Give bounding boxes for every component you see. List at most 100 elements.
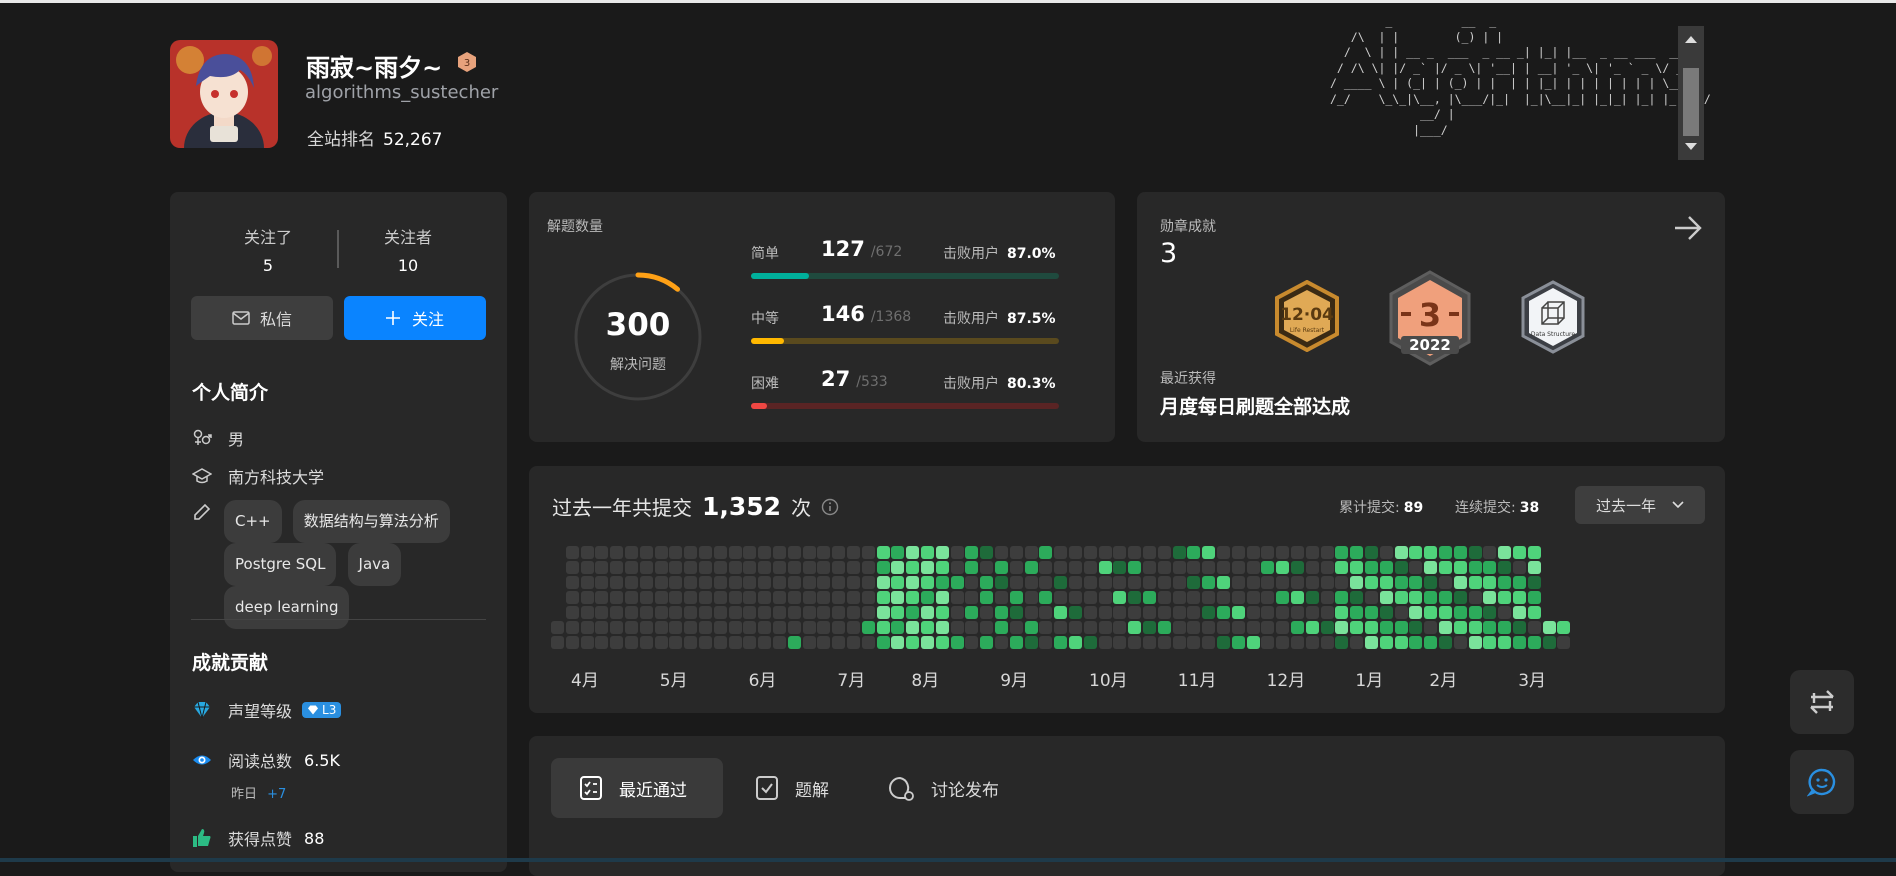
heatmap-cell[interactable] <box>1246 636 1260 649</box>
heatmap-cell[interactable] <box>1394 621 1408 634</box>
heatmap-cell[interactable] <box>1276 576 1290 589</box>
heatmap-cell[interactable] <box>699 576 712 589</box>
heatmap-cell[interactable] <box>654 621 668 634</box>
heatmap-cell[interactable] <box>1069 636 1082 649</box>
heatmap-cell[interactable] <box>802 576 816 589</box>
heatmap-cell[interactable] <box>1453 621 1467 634</box>
heatmap-cell[interactable] <box>728 576 742 589</box>
badge-data-structure[interactable]: Data Structure <box>1520 280 1586 358</box>
heatmap-cell[interactable] <box>1098 561 1112 574</box>
heatmap-cell[interactable] <box>1128 576 1142 589</box>
heatmap-cell[interactable] <box>580 576 594 589</box>
heatmap-cell[interactable] <box>832 621 846 634</box>
skill-tag[interactable]: deep learning <box>224 586 350 629</box>
heatmap-cell[interactable] <box>639 621 653 634</box>
heatmap-cell[interactable] <box>1424 576 1438 589</box>
heatmap-cell[interactable] <box>1187 621 1201 634</box>
heatmap-cell[interactable] <box>876 606 890 619</box>
heatmap-cell[interactable] <box>1305 606 1319 619</box>
heatmap-cell[interactable] <box>1069 591 1082 604</box>
heatmap-cell[interactable] <box>625 621 638 634</box>
heatmap-cell[interactable] <box>1394 561 1408 574</box>
heatmap-cell[interactable] <box>773 576 786 589</box>
heatmap-cell[interactable] <box>595 636 609 649</box>
heatmap-cell[interactable] <box>906 576 920 589</box>
heatmap-cell[interactable] <box>1409 561 1423 574</box>
heatmap-cell[interactable] <box>551 621 564 634</box>
heatmap-cell[interactable] <box>832 606 846 619</box>
heatmap-cell[interactable] <box>847 591 860 604</box>
heatmap-cell[interactable] <box>1394 606 1408 619</box>
heatmap-cell[interactable] <box>595 621 609 634</box>
heatmap-cell[interactable] <box>1409 546 1423 559</box>
heatmap-cell[interactable] <box>1172 621 1186 634</box>
heatmap-cell[interactable] <box>1305 546 1319 559</box>
heatmap-cell[interactable] <box>625 606 638 619</box>
heatmap-cell[interactable] <box>580 561 594 574</box>
heatmap-cell[interactable] <box>1261 606 1275 619</box>
heatmap-cell[interactable] <box>847 636 860 649</box>
heatmap-cell[interactable] <box>1424 606 1438 619</box>
heatmap-cell[interactable] <box>1246 621 1260 634</box>
heatmap-cell[interactable] <box>1246 576 1260 589</box>
heatmap-cell[interactable] <box>1083 561 1097 574</box>
heatmap-cell[interactable] <box>995 606 1008 619</box>
heatmap-cell[interactable] <box>1291 606 1304 619</box>
heatmap-cell[interactable] <box>1187 606 1201 619</box>
heatmap-cell[interactable] <box>1513 621 1526 634</box>
heatmap-cell[interactable] <box>802 591 816 604</box>
heatmap-cell[interactable] <box>1468 561 1482 574</box>
heatmap-cell[interactable] <box>743 606 757 619</box>
heatmap-cell[interactable] <box>1128 546 1142 559</box>
heatmap-cell[interactable] <box>891 606 905 619</box>
heatmap-cell[interactable] <box>787 546 801 559</box>
heatmap-cell[interactable] <box>595 561 609 574</box>
heatmap-cell[interactable] <box>1128 636 1142 649</box>
heatmap-cell[interactable] <box>1009 561 1023 574</box>
heatmap-cell[interactable] <box>1024 561 1038 574</box>
heatmap-cell[interactable] <box>669 606 683 619</box>
heatmap-cell[interactable] <box>1083 546 1097 559</box>
badge-2022[interactable]: 3 2022 <box>1387 270 1473 370</box>
heatmap-cell[interactable] <box>1098 606 1112 619</box>
heatmap-cell[interactable] <box>758 561 772 574</box>
heatmap-cell[interactable] <box>1009 576 1023 589</box>
heatmap-cell[interactable] <box>1468 636 1482 649</box>
heatmap-cell[interactable] <box>1439 591 1452 604</box>
heatmap-cell[interactable] <box>817 606 831 619</box>
heatmap-cell[interactable] <box>1069 561 1082 574</box>
heatmap-cell[interactable] <box>713 591 727 604</box>
skill-tag[interactable]: Java <box>347 543 402 586</box>
heatmap-cell[interactable] <box>1542 636 1556 649</box>
heatmap-cell[interactable] <box>817 621 831 634</box>
heatmap-cell[interactable] <box>876 546 890 559</box>
heatmap-cell[interactable] <box>758 636 772 649</box>
heatmap-cell[interactable] <box>1394 576 1408 589</box>
skill-tag[interactable]: 数据结构与算法分析 <box>292 500 450 543</box>
heatmap-cell[interactable] <box>1379 591 1393 604</box>
heatmap-cell[interactable] <box>1394 546 1408 559</box>
heatmap-cell[interactable] <box>639 546 653 559</box>
heatmap-cell[interactable] <box>1246 591 1260 604</box>
heatmap-cell[interactable] <box>728 561 742 574</box>
heatmap-cell[interactable] <box>1276 561 1290 574</box>
heatmap-cell[interactable] <box>861 621 875 634</box>
heatmap-cell[interactable] <box>1113 636 1127 649</box>
heatmap-cell[interactable] <box>891 636 905 649</box>
heatmap-cell[interactable] <box>950 621 964 634</box>
heatmap-cell[interactable] <box>1365 576 1378 589</box>
heatmap-cell[interactable] <box>565 621 579 634</box>
heatmap-cell[interactable] <box>1409 576 1423 589</box>
heatmap-cell[interactable] <box>1483 591 1497 604</box>
heatmap-cell[interactable] <box>1069 621 1082 634</box>
heatmap-cell[interactable] <box>1468 546 1482 559</box>
heatmap-cell[interactable] <box>1527 636 1541 649</box>
heatmap-cell[interactable] <box>1291 621 1304 634</box>
heatmap-cell[interactable] <box>802 561 816 574</box>
heatmap-cell[interactable] <box>891 561 905 574</box>
heatmap-cell[interactable] <box>995 621 1008 634</box>
heatmap-cell[interactable] <box>1054 576 1068 589</box>
heatmap-cell[interactable] <box>1217 546 1230 559</box>
heatmap-cell[interactable] <box>669 561 683 574</box>
heatmap-cell[interactable] <box>1143 636 1156 649</box>
